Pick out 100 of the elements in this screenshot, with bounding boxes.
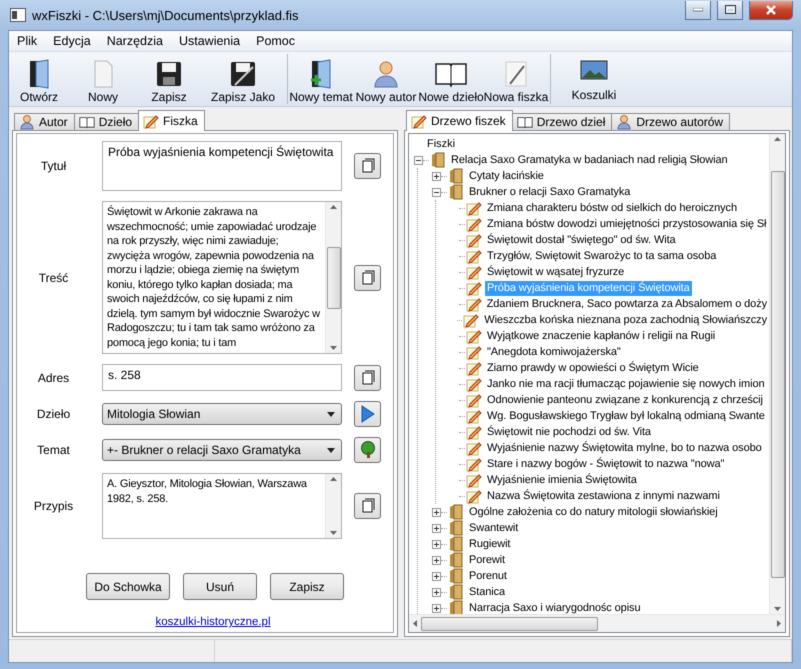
tab[interactable]: Drzewo autorów xyxy=(611,113,730,131)
menu-item[interactable]: Edycja xyxy=(45,34,99,48)
menu-item[interactable]: Plik xyxy=(9,34,46,48)
pencil-note-icon xyxy=(143,113,160,129)
tree-item[interactable]: Zmiana charakteru bóstw od sielkich do heroicznych xyxy=(485,200,739,216)
expand-toggle[interactable] xyxy=(432,540,440,548)
folder-book-icon xyxy=(448,584,464,600)
tree-item[interactable]: Nazwa Świętowita zestawiona z innymi nazwami xyxy=(485,488,722,504)
tree-item[interactable]: "Anegdota komiwojażerska" xyxy=(485,344,623,360)
tree-item[interactable]: Swantewit xyxy=(467,520,520,536)
expand-toggle[interactable] xyxy=(432,508,440,516)
maximize-button[interactable] xyxy=(717,0,743,20)
tab[interactable]: Autor xyxy=(14,113,75,131)
tree-item[interactable]: Zmiana bóstw dowodzi umiejętności przystosowania się Sł xyxy=(485,216,768,232)
icon-button[interactable] xyxy=(354,493,381,519)
expand-toggle[interactable] xyxy=(432,588,440,596)
pencil-note-icon xyxy=(466,264,482,280)
tree-item[interactable]: Świętowit w wąsatej fryzurze xyxy=(485,264,626,280)
pencil-note-icon xyxy=(466,248,482,264)
tree-item[interactable]: Ogólne założenia co do natury mitologii słowiańskiej xyxy=(467,504,720,520)
tab[interactable]: Fiszka xyxy=(138,110,205,131)
tab[interactable]: Dzieło xyxy=(74,113,140,131)
menu-item[interactable]: Ustawienia xyxy=(170,34,248,48)
icon-button[interactable] xyxy=(354,401,381,427)
plus-icon xyxy=(432,604,440,612)
tree-item[interactable]: Porewit xyxy=(467,552,507,568)
horizontal-scrollbar[interactable] xyxy=(409,614,785,632)
tree-item[interactable]: Wyjaśnienie imienia Świętowita xyxy=(485,472,639,488)
tree-item[interactable]: Stanica xyxy=(467,584,507,600)
scroll-up-arrow-icon xyxy=(330,205,337,209)
person-icon xyxy=(19,114,35,130)
toolbar-button[interactable]: Nowe dzieło xyxy=(418,54,484,104)
tree-item[interactable]: Trzygłów, Swiętowit Swarożyc to ta sama osoba xyxy=(485,248,718,264)
icon-button[interactable] xyxy=(354,437,381,463)
tree-item[interactable]: Ziarno prawdy w opowieści o Świętym Wicie xyxy=(485,360,701,376)
tree-item[interactable]: Rugiewit xyxy=(467,536,512,552)
folder-book-icon xyxy=(448,568,464,584)
tree-item[interactable]: Świętowit dostał "świętego" od św. Wita xyxy=(485,232,678,248)
toolbar-button[interactable]: Koszulki xyxy=(551,54,637,104)
pencil-note-icon xyxy=(466,456,482,472)
vertical-scrollbar[interactable] xyxy=(325,202,341,353)
close-button[interactable] xyxy=(749,0,793,20)
text-field[interactable]: Próba wyjaśnienia kompetencji Świętowita xyxy=(102,141,342,191)
dropdown[interactable]: Mitologia Słowian xyxy=(102,403,342,425)
tree-item[interactable]: Brukner o relacji Saxo Gramatyka xyxy=(467,184,632,200)
menu-item[interactable]: Narzędzia xyxy=(98,34,171,48)
tree-item[interactable]: Wyjątkowe znaczenie kapłanów i religii na Rugii xyxy=(485,328,718,344)
field-label: Przypis xyxy=(32,499,74,513)
close-icon xyxy=(765,4,777,14)
menu-item[interactable]: Pomoc xyxy=(248,34,304,48)
tree-item[interactable]: Porenut xyxy=(467,568,509,584)
vertical-scrollbar[interactable] xyxy=(769,134,785,614)
tree-item[interactable]: Relacja Saxo Gramatyka w badaniach nad religią Słowian xyxy=(449,152,730,168)
icon-button[interactable] xyxy=(354,364,381,390)
tab[interactable]: Drzewo fiszek xyxy=(406,110,513,131)
toolbar-button[interactable]: Nowy xyxy=(69,54,137,104)
expand-toggle[interactable] xyxy=(432,172,440,180)
tree-item[interactable]: Zdaniem Brucknera, Saco powtarza za Absalomem o doży xyxy=(484,296,769,312)
text-field[interactable]: s. 258 xyxy=(102,364,342,391)
tree-item[interactable]: Janko nie ma racji tłumacząc pojawienie się nowych imion xyxy=(485,376,766,392)
toolbar-button[interactable]: Otwórz xyxy=(9,54,69,104)
toolbar-button[interactable]: Nowy temat xyxy=(288,54,354,104)
tab[interactable]: Drzewo dzieł xyxy=(512,113,612,131)
toolbar-button[interactable]: Zapisz Jako xyxy=(201,54,285,104)
tree-item[interactable]: Cytaty łacińskie xyxy=(467,168,546,184)
website-link[interactable]: koszulki-historyczne.pl xyxy=(155,616,271,628)
dropdown[interactable]: +- Brukner o relacji Saxo Gramatyka xyxy=(102,439,342,461)
push-button[interactable]: Usuń xyxy=(183,573,257,600)
push-button[interactable]: Zapisz xyxy=(270,573,344,600)
push-button[interactable]: Do Schowka xyxy=(86,573,170,600)
maximize-icon xyxy=(724,5,736,14)
minimize-button[interactable] xyxy=(685,0,711,20)
expand-toggle[interactable] xyxy=(414,156,422,164)
expand-toggle[interactable] xyxy=(432,524,440,532)
tree-item[interactable]: Wyjaśnienie nazwy Świętowita mylne, bo to nazwa osobo xyxy=(485,440,764,456)
tree-root-label: Fiszki xyxy=(426,137,456,152)
pencil-note-icon xyxy=(466,392,482,408)
tree-item[interactable]: Wg. Bogusławskiego Trygław był lokalną odmianą Swante xyxy=(485,408,767,424)
icon-button[interactable] xyxy=(354,264,381,290)
expand-toggle[interactable] xyxy=(432,188,440,196)
toolbar-button[interactable]: Zapisz xyxy=(137,54,201,104)
minimize-icon xyxy=(693,8,703,12)
toolbar-button[interactable]: Nowy autor xyxy=(354,54,418,104)
scroll-right-arrow-icon xyxy=(777,620,781,627)
expand-toggle[interactable] xyxy=(432,556,440,564)
vertical-scrollbar[interactable] xyxy=(325,474,341,538)
expand-toggle[interactable] xyxy=(432,572,440,580)
tree-item[interactable]: Wieszczba końska nieznana poza zachodnią Słowiańszczy xyxy=(482,312,769,328)
tree-item[interactable]: Świętowit nie pochodzi od św. Vita xyxy=(485,424,653,440)
app-icon xyxy=(10,8,26,22)
text-area[interactable]: Świętowit w Arkonie zakrawa na wszechmocność; umie zapowiadać urodzaje na rok przyszły, więc nimi zawiaduje; zwycięża wrogów, zapewnia powodzenia na morzu i lądzie; obiega ziemię na świętym koniu, którego tylko kapłan dosiada; ma swoich najeźdźców, co się łupami z nim dzielą. tym samym był widocznie Swarożyc w Radogoszczu; tu i tam tak samo wróżono za pomocą jego konia; tu i tam xyxy=(102,201,342,354)
pencil-note-icon xyxy=(466,360,482,376)
toolbar-button[interactable]: Nowa fiszka xyxy=(484,54,548,104)
tree-item[interactable]: Odnowienie panteonu związane z konkurencją z chrześcij xyxy=(485,392,765,408)
icon-button[interactable] xyxy=(354,153,381,179)
text-area[interactable]: A. Gieysztor, Mitologia Słowian, Warszawa 1982, s. 258. xyxy=(102,473,342,539)
tree-item[interactable]: Stare i nazwy bogów - Świętowit to nazwa "nowa" xyxy=(485,456,726,472)
pencil-note-icon xyxy=(463,312,480,328)
expand-toggle[interactable] xyxy=(432,604,440,612)
tree-item[interactable]: Narracja Saxo i wiarygodnośc opisu xyxy=(467,600,642,614)
